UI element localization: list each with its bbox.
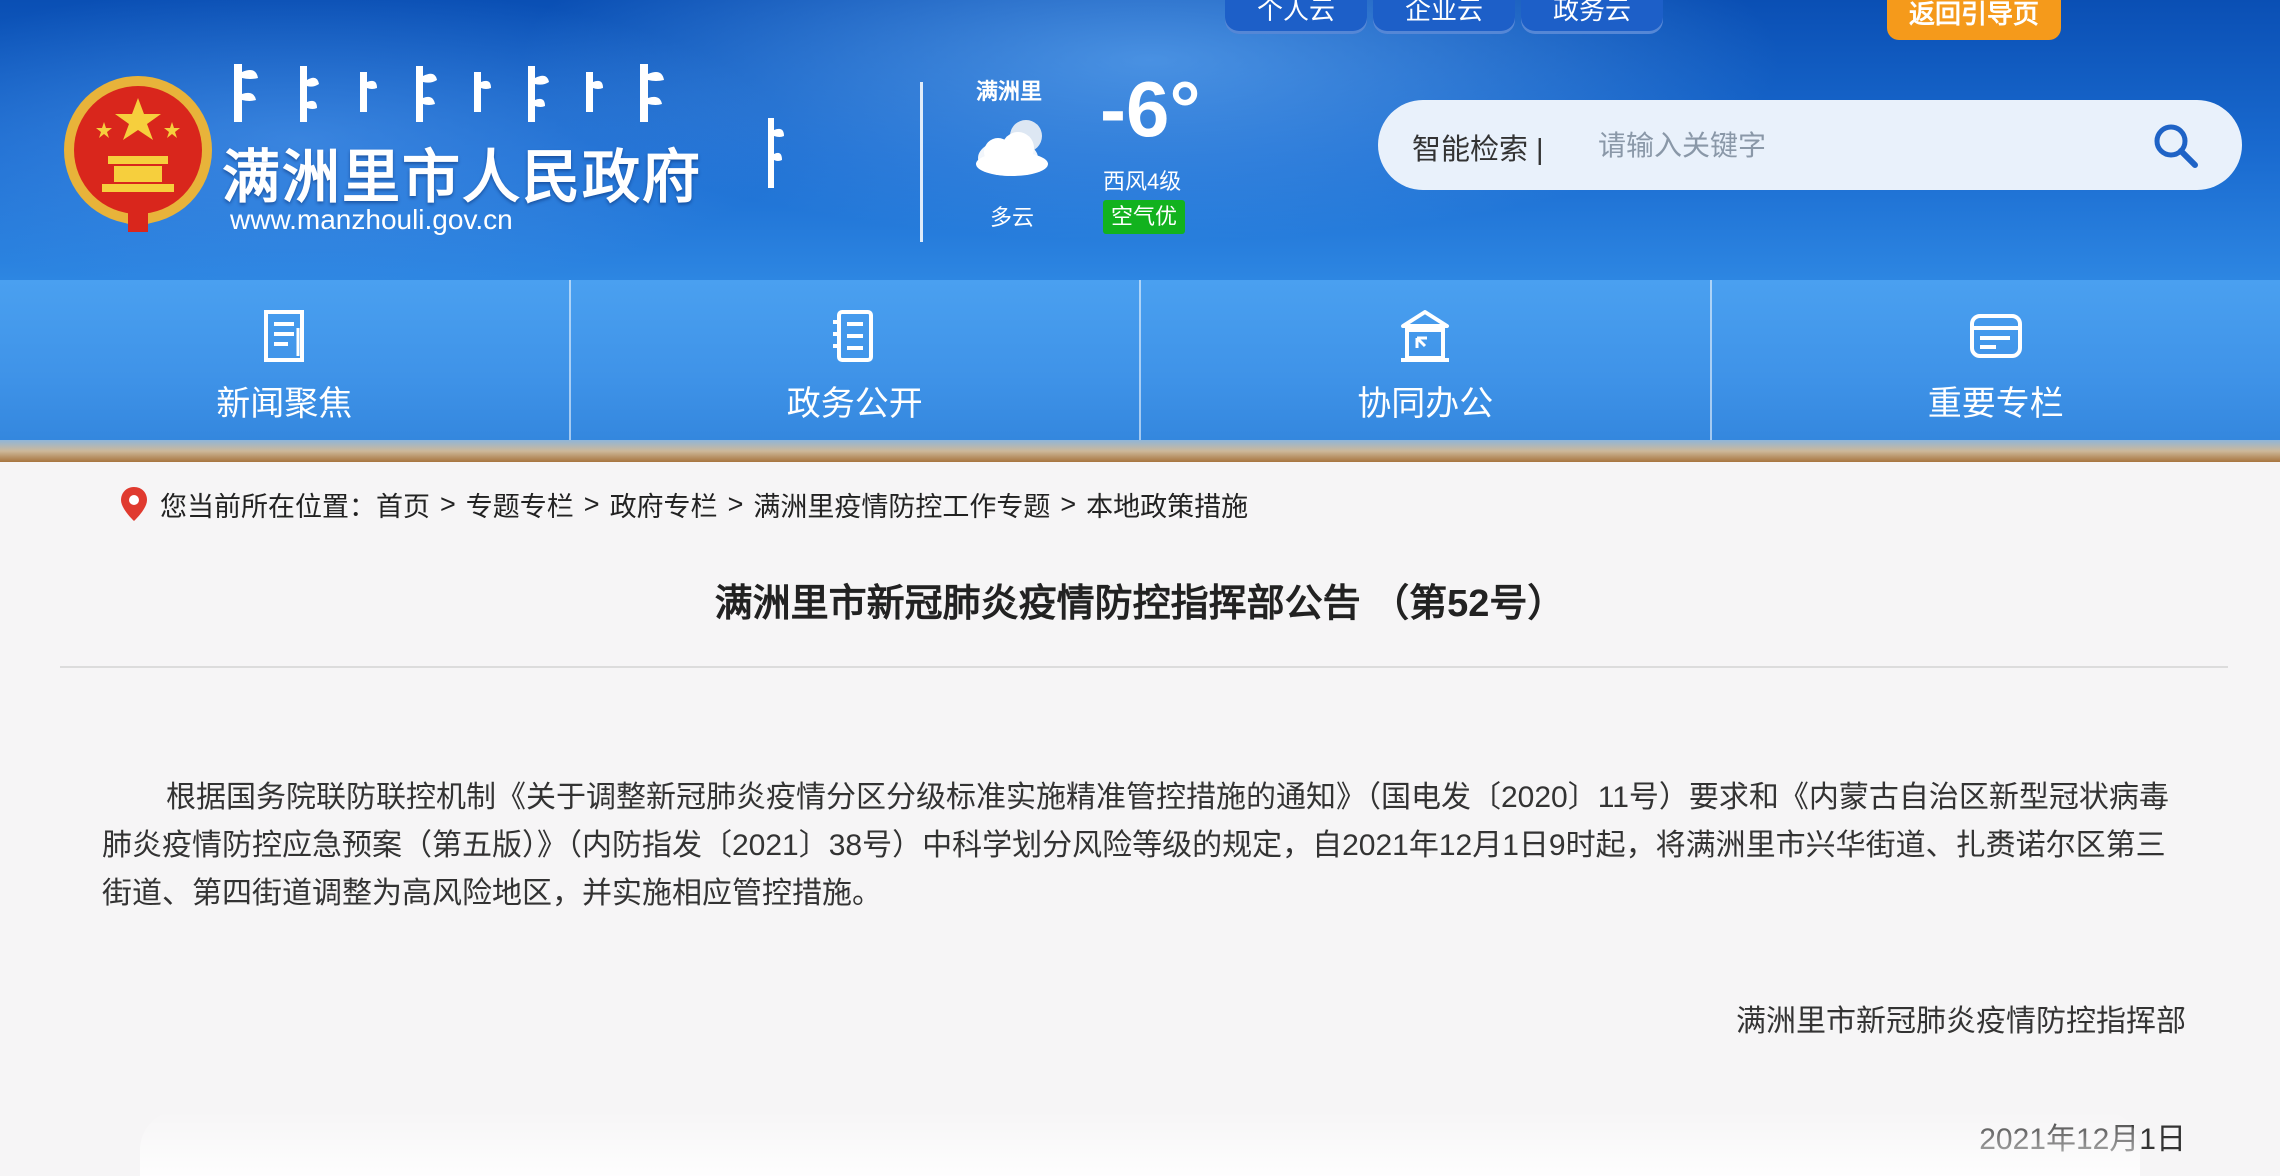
header-divider <box>920 82 923 242</box>
weather-city: 满洲里 <box>976 79 1043 104</box>
nav-item-collaborative-office[interactable]: 协同办公 <box>1141 280 1712 440</box>
bottom-fade <box>140 1110 2140 1176</box>
site-url: www.manzhouli.gov.cn <box>230 204 513 235</box>
weather-temperature: -6° <box>1100 65 1201 153</box>
breadcrumb-separator: > <box>1060 488 1077 519</box>
article-date: 2021年12月1日 <box>1979 1123 2186 1156</box>
search-label: 智能检索 | <box>1412 134 1544 166</box>
breadcrumb-local-policy[interactable]: 本地政策措施 <box>1086 485 1248 524</box>
site-header: 满洲里市人民政府 www.manzhouli.gov.cn 满洲里 多云 -6°… <box>0 0 2280 280</box>
mongolian-script-logo <box>234 64 664 122</box>
location-pin-icon <box>121 487 147 521</box>
breadcrumb-prefix: 您当前所在位置： <box>160 491 376 522</box>
breadcrumb-home[interactable]: 首页 <box>376 485 430 524</box>
site-name: 满洲里市人民政府 <box>222 145 703 210</box>
city-banner-strip <box>0 440 2280 462</box>
cloudy-weather-icon <box>976 120 1048 176</box>
nav-label: 重要专栏 <box>1927 385 2064 423</box>
breadcrumb-gov-column[interactable]: 政府专栏 <box>610 485 718 524</box>
document-list-icon <box>832 310 873 362</box>
tab-government-cloud[interactable]: 政务云 <box>1521 0 1664 34</box>
national-emblem-icon <box>64 76 212 232</box>
weather-wind: 西风4级 <box>1103 169 1182 194</box>
return-guide-button[interactable]: 返回引导页 <box>1887 0 2062 40</box>
article-signature: 满洲里市新冠肺炎疫情防控指挥部 <box>1736 1005 2186 1038</box>
weather-condition: 多云 <box>990 205 1035 230</box>
building-icon <box>1401 310 1450 362</box>
breadcrumb-separator: > <box>727 488 744 519</box>
article-body: 根据国务院联防联控机制《关于调整新冠肺炎疫情分区分级标准实施精准管控措施的通知》… <box>102 781 2169 910</box>
search-box: 智能检索 | <box>1378 100 2242 190</box>
breadcrumb-epidemic-topic[interactable]: 满洲里疫情防控工作专题 <box>753 485 1050 524</box>
newspaper-icon <box>264 310 305 362</box>
nav-item-news[interactable]: 新闻聚焦 <box>0 280 571 440</box>
article-title: 满洲里市新冠肺炎疫情防控指挥部公告 （第52号） <box>714 583 1566 625</box>
nav-label: 政务公开 <box>786 385 923 423</box>
tab-personal-cloud[interactable]: 个人云 <box>1225 0 1368 34</box>
tab-enterprise-cloud[interactable]: 企业云 <box>1373 0 1516 34</box>
title-divider <box>60 666 2228 668</box>
nav-item-important-column[interactable]: 重要专栏 <box>1712 280 2280 440</box>
card-icon <box>1969 314 2022 358</box>
air-quality-badge: 空气优 <box>1103 200 1186 234</box>
nav-label: 协同办公 <box>1357 385 1494 423</box>
nav-item-gov-affairs[interactable]: 政务公开 <box>571 280 1141 440</box>
breadcrumb-separator: > <box>440 488 456 519</box>
breadcrumb-separator: > <box>583 488 600 519</box>
mongolian-script-mark <box>768 118 784 188</box>
search-input[interactable] <box>1596 118 2120 174</box>
nav-label: 新闻聚焦 <box>216 385 353 423</box>
search-icon[interactable] <box>2150 120 2202 172</box>
top-tabs: 个人云 企业云 政务云 <box>1225 0 1664 34</box>
main-nav: 新闻聚焦 政务公开 协同办公 重要专栏 <box>0 280 2280 440</box>
breadcrumb: 您当前所在位置： 首页 > 专题专栏 > 政府专栏 > 满洲里疫情防控工作专题 … <box>120 484 1248 524</box>
breadcrumb-special-columns[interactable]: 专题专栏 <box>466 485 574 524</box>
